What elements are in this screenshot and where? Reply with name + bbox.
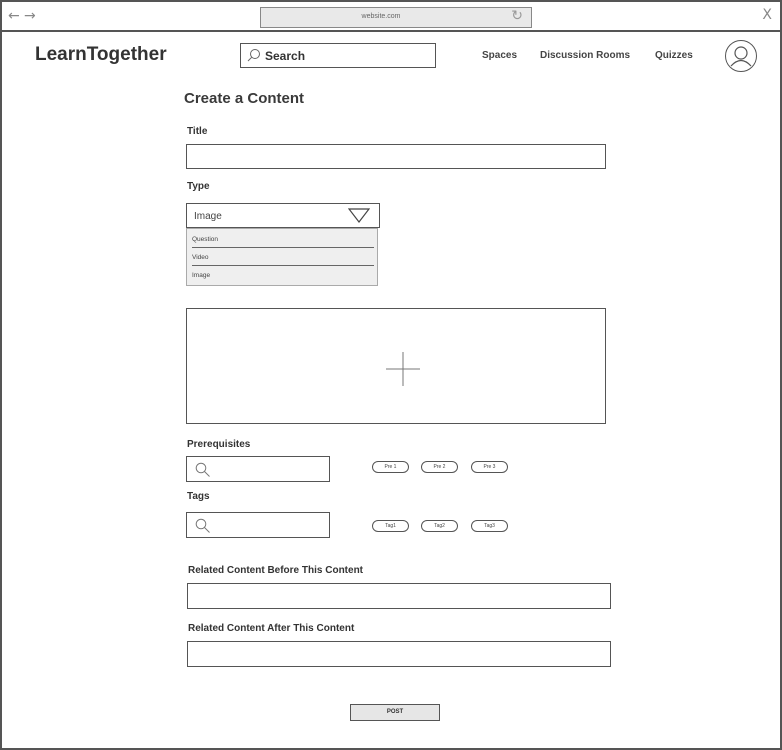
forward-arrow-icon[interactable]: →	[24, 8, 36, 24]
address-bar[interactable]: website.com ↻	[260, 7, 532, 28]
plus-icon	[386, 352, 420, 386]
tags-label: Tags	[187, 491, 210, 502]
prerequisites-search-input[interactable]	[186, 456, 330, 482]
nav-link-spaces[interactable]: Spaces	[482, 50, 517, 61]
browser-window: ← → website.com ↻ X LearnTogether Search…	[0, 0, 782, 750]
type-option-question[interactable]: Question	[192, 236, 218, 243]
title-input[interactable]	[186, 144, 606, 169]
type-dropdown-menu: Question Video Image	[186, 228, 378, 286]
user-avatar-icon[interactable]	[725, 40, 757, 72]
post-button[interactable]: POST	[350, 704, 440, 721]
type-select[interactable]: Image	[186, 203, 380, 228]
related-before-label: Related Content Before This Content	[188, 565, 364, 576]
dropdown-divider	[192, 247, 374, 248]
dropdown-triangle-icon[interactable]	[348, 208, 370, 223]
prerequisite-chip[interactable]: Pre 3	[471, 461, 508, 473]
page-title: Create a Content	[184, 90, 305, 107]
tags-search-input[interactable]	[186, 512, 330, 538]
browser-toolbar: ← → website.com ↻ X	[2, 2, 780, 32]
back-arrow-icon[interactable]: ←	[8, 8, 20, 24]
type-option-video[interactable]: Video	[192, 254, 209, 261]
prerequisites-label: Prerequisites	[187, 439, 251, 450]
related-before-input[interactable]	[187, 583, 611, 609]
tag-chip[interactable]: Tag2	[421, 520, 458, 532]
app-logo[interactable]: LearnTogether	[35, 44, 167, 66]
type-option-image[interactable]: Image	[192, 272, 210, 279]
dropdown-divider	[192, 265, 374, 266]
search-placeholder: Search	[265, 49, 306, 63]
title-label: Title	[187, 126, 208, 137]
person-icon	[730, 45, 751, 66]
prerequisite-chip[interactable]: Pre 1	[372, 461, 409, 473]
search-icon	[195, 518, 210, 533]
related-after-input[interactable]	[187, 641, 611, 667]
nav-link-quizzes[interactable]: Quizzes	[655, 50, 693, 61]
type-selected-value: Image	[194, 211, 222, 222]
window-close-icon[interactable]: X	[762, 7, 772, 23]
search-icon	[247, 49, 260, 62]
nav-link-discussion-rooms[interactable]: Discussion Rooms	[540, 50, 630, 61]
reload-icon[interactable]: ↻	[511, 8, 523, 24]
search-icon	[195, 462, 210, 477]
prerequisite-chip[interactable]: Pre 2	[421, 461, 458, 473]
tag-chip[interactable]: Tag1	[372, 520, 409, 532]
image-upload-area[interactable]	[186, 308, 606, 424]
type-label: Type	[187, 181, 210, 192]
search-input[interactable]: Search	[240, 43, 436, 68]
tag-chip[interactable]: Tag3	[471, 520, 508, 532]
address-bar-url: website.com	[361, 13, 401, 20]
related-after-label: Related Content After This Content	[188, 623, 355, 634]
